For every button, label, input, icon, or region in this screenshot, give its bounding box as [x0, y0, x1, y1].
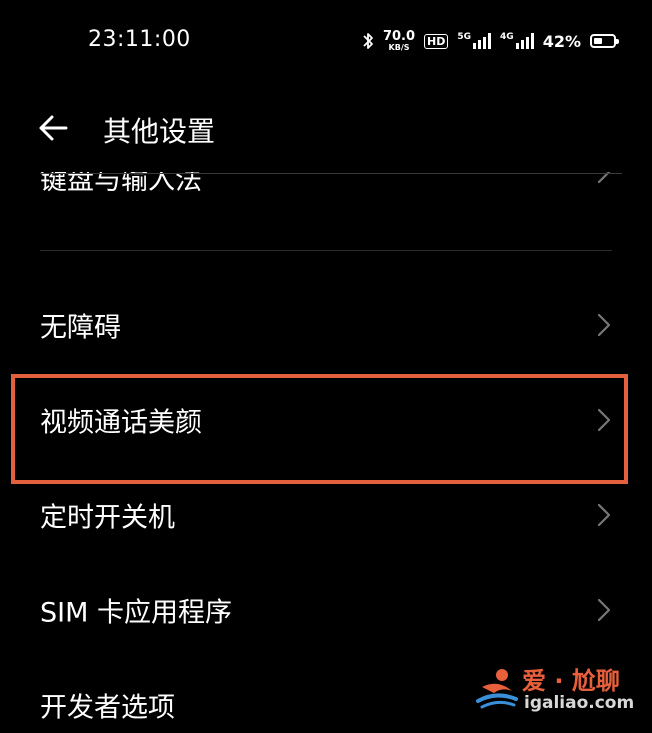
settings-item-label: 键盘与输入法: [40, 172, 202, 196]
settings-item-sim-toolkit[interactable]: SIM 卡应用程序: [0, 565, 652, 655]
network-speed-value: 70.0: [382, 29, 416, 44]
network-speed-unit: KB/S: [388, 43, 410, 52]
sim2-type: 4G: [500, 32, 514, 42]
settings-item-accessibility[interactable]: 无障碍: [0, 280, 652, 370]
status-bar: 23:11:00 70.0 KB/S HD 5G 4G 42%: [0, 0, 652, 84]
status-icons: 70.0 KB/S HD 5G 4G 42%: [362, 26, 619, 56]
battery-icon: [590, 34, 619, 48]
settings-item-label: SIM 卡应用程序: [40, 597, 232, 629]
settings-item-label: 定时开关机: [40, 502, 175, 534]
page-title: 其他设置: [103, 115, 216, 148]
chevron-right-icon: [597, 313, 611, 337]
battery-fill: [594, 38, 602, 44]
network-speed: 70.0 KB/S: [383, 30, 415, 52]
watermark-logo-icon: [476, 669, 518, 709]
status-time: 23:11:00: [88, 27, 191, 52]
watermark: 爱 · 尬聊 igaliao.com: [472, 657, 642, 723]
settings-item-label: 开发者选项: [40, 692, 175, 724]
settings-item-keyboard[interactable]: 键盘与输入法: [0, 172, 652, 196]
bluetooth-icon: [363, 33, 373, 49]
settings-item-label: 无障碍: [40, 312, 121, 344]
signal-4g-icon: 4G: [500, 33, 534, 49]
back-arrow-icon[interactable]: [34, 108, 74, 148]
chevron-right-icon: [597, 598, 611, 622]
watermark-url: igaliao.com: [524, 693, 635, 713]
section-divider: [40, 250, 612, 251]
hd-voice-icon: HD: [424, 33, 449, 49]
watermark-title: 爱 · 尬聊: [522, 667, 620, 695]
chevron-right-icon: [597, 503, 611, 527]
signal-5g-icon: 5G: [457, 32, 492, 49]
battery-percent: 42%: [542, 31, 581, 51]
sim1-type: 5G: [457, 32, 472, 42]
chevron-right-icon: [597, 172, 611, 184]
header-divider: [40, 173, 622, 174]
page-header: 其他设置: [0, 100, 652, 160]
highlight-box: [11, 374, 628, 484]
